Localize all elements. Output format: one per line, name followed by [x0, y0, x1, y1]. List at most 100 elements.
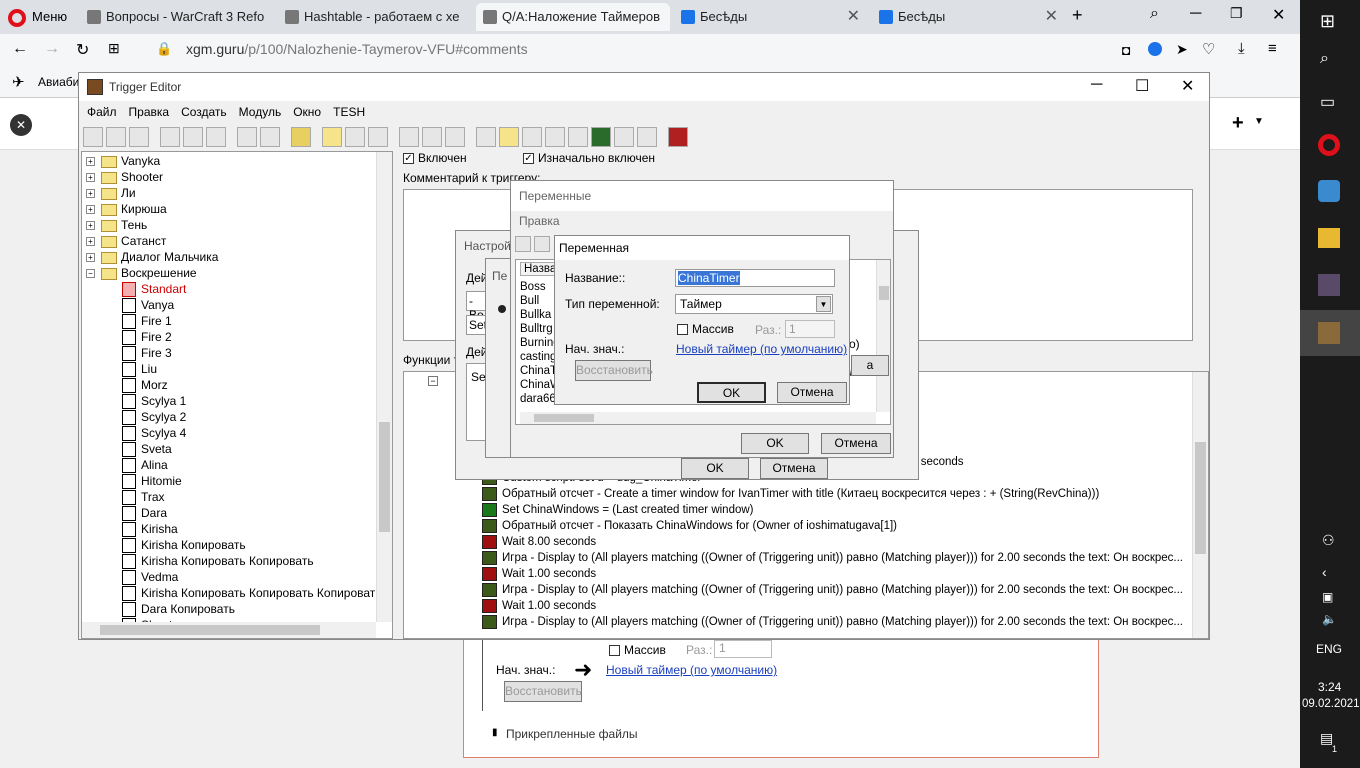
variables-menu-edit[interactable]: Правка — [519, 214, 560, 228]
menu-module[interactable]: Модуль — [239, 105, 282, 119]
clock-time[interactable]: 3:24 — [1318, 680, 1341, 694]
settings-icon[interactable]: ≡ — [1268, 40, 1277, 57]
web-size-field[interactable]: 1 — [714, 640, 772, 658]
vpn-shield-icon[interactable] — [1148, 42, 1162, 56]
url-field[interactable]: xgm.guru/p/100/Nalozhenie-Taymerov-VFU#c… — [186, 41, 528, 57]
menu-edit[interactable]: Правка — [129, 105, 170, 119]
tree-trigger[interactable]: Morz — [86, 377, 392, 394]
close-circle-icon[interactable]: ✕ — [10, 114, 32, 136]
expand-icon[interactable]: + — [86, 157, 95, 167]
volume-icon[interactable]: 🔈 — [1322, 612, 1337, 626]
tree-trigger[interactable]: Liu — [86, 361, 392, 378]
chevron-left-icon[interactable]: ‹ — [1322, 564, 1327, 580]
tree-hscrollbar[interactable] — [82, 622, 376, 638]
initially-enabled-checkbox[interactable]: ✓ Изначально включен — [523, 151, 655, 165]
cut-icon[interactable] — [515, 236, 531, 252]
vars-scrollbar[interactable] — [876, 260, 890, 412]
hscroll-thumb[interactable] — [534, 414, 594, 422]
action-row[interactable]: Игра - Display to (All players matching … — [482, 550, 1208, 566]
terrain-icon[interactable] — [476, 127, 496, 147]
tree-category[interactable]: + Сатанст — [86, 233, 392, 249]
close-editor-icon[interactable] — [668, 127, 688, 147]
new-icon[interactable] — [83, 127, 103, 147]
chevron-down-icon[interactable]: ▼ — [1254, 116, 1264, 127]
tree-trigger[interactable]: Scylya 4 — [86, 425, 392, 442]
menu-button[interactable]: Меню — [32, 9, 67, 24]
vars-hscrollbar[interactable] — [520, 412, 876, 424]
tab-5[interactable]: Бесѣды ✕ — [872, 3, 1066, 31]
app-icon[interactable] — [1318, 180, 1340, 202]
new-action-icon[interactable] — [445, 127, 465, 147]
web-init-link[interactable]: Новый таймер (по умолчанию) — [606, 663, 777, 677]
restore-icon[interactable]: ❐ — [1230, 5, 1243, 22]
variables-cancel-button[interactable]: Отмена — [821, 433, 891, 454]
tree-trigger[interactable]: Dara — [86, 505, 392, 522]
close-tab-icon[interactable]: ✕ — [847, 3, 860, 31]
tree-category[interactable]: + Диалог Мальчика — [86, 249, 392, 265]
tree-trigger[interactable]: Kirisha — [86, 521, 392, 538]
action-row[interactable]: Обратный отсчет - Create a timer window … — [482, 486, 1208, 502]
menu-create[interactable]: Создать — [181, 105, 227, 119]
action-row[interactable]: Игра - Display to (All players matching … — [482, 614, 1208, 630]
file-explorer-icon[interactable] — [1318, 228, 1340, 248]
tree-trigger[interactable]: Fire 3 — [86, 345, 392, 362]
action-row[interactable]: Wait 1.00 seconds — [482, 566, 1208, 582]
tree-trigger[interactable]: Kirisha Копировать Копировать Копировать — [86, 585, 392, 602]
restore-button[interactable]: Восстановить — [575, 360, 653, 381]
hscroll-thumb[interactable] — [100, 625, 320, 635]
cut-icon[interactable] — [160, 127, 180, 147]
new-category-icon[interactable] — [322, 127, 342, 147]
web-array-checkbox[interactable]: Массив — [609, 643, 666, 657]
opera-logo-icon[interactable] — [8, 9, 26, 27]
tab-4[interactable]: Бесѣды ✕ — [674, 3, 868, 31]
download-icon[interactable]: ⤓ — [1238, 40, 1245, 57]
sound-icon[interactable] — [522, 127, 542, 147]
expand-icon[interactable]: + — [86, 205, 95, 215]
variables-ok-button[interactable]: OK — [741, 433, 809, 454]
search-icon[interactable]: ⌕ — [1320, 50, 1329, 68]
close-icon[interactable]: ✕ — [1181, 76, 1194, 96]
tree-trigger[interactable]: Kirisha Копировать — [86, 537, 392, 554]
tree-trigger[interactable]: Vanya — [86, 297, 392, 314]
people-icon[interactable]: ⚇ — [1322, 532, 1335, 549]
language-indicator[interactable]: ENG — [1316, 642, 1342, 656]
expand-icon[interactable]: + — [86, 237, 95, 247]
copy-icon[interactable] — [534, 236, 550, 252]
action-row[interactable]: Wait 8.00 seconds — [482, 534, 1208, 550]
variables-icon[interactable] — [499, 127, 519, 147]
search-icon[interactable]: ⌕ — [1150, 5, 1159, 23]
tree-trigger[interactable]: Fire 1 — [86, 313, 392, 330]
radio-icon[interactable] — [498, 305, 506, 313]
settings-cancel-button[interactable]: Отмена — [760, 458, 828, 479]
action-row[interactable]: Обратный отсчет - Показать ChinaWindows … — [482, 518, 1208, 534]
tab-3-active[interactable]: Q/A:Наложение Таймеров — [476, 3, 670, 31]
tree-trigger[interactable]: Fire 2 — [86, 329, 392, 346]
scroll-thumb[interactable] — [379, 422, 390, 532]
scroll-thumb[interactable] — [879, 286, 889, 300]
chevron-down-icon[interactable]: ▼ — [816, 296, 831, 312]
scroll-thumb[interactable] — [1195, 442, 1206, 554]
back-icon[interactable]: ← — [12, 40, 28, 58]
object-icon[interactable] — [614, 127, 634, 147]
size-field[interactable]: 1 — [785, 320, 835, 338]
menu-tesh[interactable]: TESH — [333, 105, 365, 119]
array-checkbox[interactable]: Массив — [677, 322, 734, 336]
tree-trigger[interactable]: Hitomie — [86, 473, 392, 490]
tree-trigger[interactable]: Scylya 2 — [86, 409, 392, 426]
side-button[interactable]: а — [851, 355, 889, 376]
tab-2[interactable]: Hashtable - работаем с хе — [278, 3, 472, 31]
tree-trigger[interactable]: Standart — [86, 281, 392, 298]
heart-icon[interactable]: ♡ — [1202, 40, 1215, 58]
new-comment-icon[interactable] — [368, 127, 388, 147]
undo-icon[interactable] — [237, 127, 257, 147]
opera-app-icon[interactable] — [1318, 134, 1340, 156]
task-view-icon[interactable]: ▭ — [1320, 92, 1335, 112]
name-input[interactable]: ChinaTimer — [675, 269, 835, 287]
new-trigger-icon[interactable] — [345, 127, 365, 147]
delete-icon[interactable] — [291, 127, 311, 147]
send-icon[interactable]: ➤ — [1176, 41, 1188, 58]
export-icon[interactable] — [637, 127, 657, 147]
tree-trigger[interactable]: Alina — [86, 457, 392, 474]
settings-ok-button[interactable]: OK — [681, 458, 749, 479]
collapse-icon[interactable]: − — [428, 376, 438, 386]
